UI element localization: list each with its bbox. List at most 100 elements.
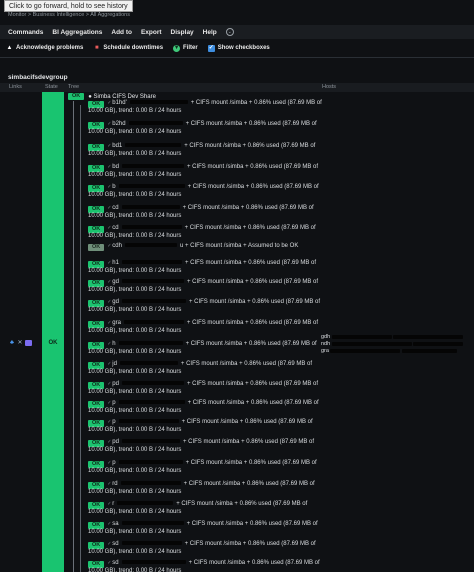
service-state-badge: OK [88, 184, 105, 192]
table-header: Links State Tree Hosts [0, 83, 474, 92]
redacted-hostname [119, 361, 178, 366]
service-row[interactable]: OK ✓gra + CIFS mount /simba + 0.86% used (… [88, 320, 323, 335]
service-row[interactable]: OK ✓cdh u + CIFS mount /simba + Assumed to… [88, 243, 323, 251]
redacted-hostname [118, 460, 183, 465]
service-host-prefix: jd [112, 361, 117, 367]
redacted-hostname [121, 381, 184, 386]
redacted-hostname [124, 243, 177, 248]
link-toggle-icon[interactable] [25, 340, 32, 346]
service-host-prefix: h1 [112, 260, 119, 266]
redacted-hostname [121, 521, 184, 526]
service-host-prefix: cd [112, 205, 119, 211]
link-tree-icon[interactable]: ♣ [9, 340, 15, 346]
service-row[interactable]: OK ✓bd + CIFS mount /simba + 0.86% used (8… [88, 164, 323, 179]
host-entry[interactable]: gra [321, 348, 471, 355]
filter-button[interactable]: ▼ Filter [173, 44, 198, 52]
menu-add-to[interactable]: Add to [111, 29, 132, 36]
service-state-badge: OK [88, 121, 105, 129]
service-row[interactable]: OK ✓r + CIFS mount /simba + 0.86% used (87… [88, 501, 323, 516]
redacted-hostname [128, 121, 183, 126]
tooltip: Click to go forward, hold to see history [4, 0, 133, 12]
redacted-hostname [118, 184, 185, 189]
service-row[interactable]: OK ✓cd + CIFS mount /simba + 0.86% used (8… [88, 225, 323, 240]
action-bar: ▲ Acknowledge problems ■ Schedule downti… [0, 41, 474, 55]
redacted-hostname [121, 164, 184, 169]
acknowledge-label: Acknowledge problems [16, 45, 84, 51]
service-host-prefix: bd1 [112, 143, 123, 149]
menu-export[interactable]: Export [141, 29, 162, 36]
redacted-hostname [118, 419, 179, 424]
service-row[interactable]: OK ✓sa + CIFS mount /simba + 0.86% used (8… [88, 521, 323, 536]
root-label: ● Simba CIFS Dev Share [88, 93, 156, 100]
service-state-badge: OK [88, 341, 105, 349]
menu-commands[interactable]: Commands [8, 29, 43, 36]
service-summary: + CIFS mount /simba + 0.86% used (87.69 … [88, 320, 318, 334]
service-row[interactable]: OK ✓gd + CIFS mount /simba + 0.86% used (8… [88, 279, 323, 294]
calendar-icon: ■ [95, 44, 99, 51]
service-host-prefix: cdh [112, 243, 122, 249]
service-row[interactable]: OK ✓h + CIFS mount /simba + 0.86% used (87… [88, 341, 323, 356]
breadcrumb: Monitor > Business Intelligence > All Ag… [8, 12, 130, 18]
service-row[interactable]: OK ✓sd + CIFS mount /simba + 0.86% used (8… [88, 560, 323, 572]
service-row[interactable]: OK ✓b2hd + CIFS mount /simba + 0.86% used … [88, 121, 323, 136]
service-row[interactable]: OK ✓p + CIFS mount /simba + 0.86% used (87… [88, 419, 323, 434]
link-cross-icon[interactable]: ✕ [17, 340, 23, 346]
service-state-badge: OK [88, 225, 105, 233]
service-row[interactable]: OK ✓p + CIFS mount /simba + 0.86% used (87… [88, 460, 323, 475]
service-host-prefix: pd [112, 439, 119, 445]
redacted-hostname [121, 560, 186, 565]
service-row[interactable]: OK ✓sd + CIFS mount /simba + 0.86% used (8… [88, 541, 323, 556]
menu-display[interactable]: Display [171, 29, 194, 36]
redacted-hostname [121, 225, 182, 230]
service-state-badge: OK [88, 143, 105, 151]
schedule-downtimes-button[interactable]: ■ Schedule downtimes [93, 45, 163, 52]
service-row[interactable]: OK ✓b + CIFS mount /simba + 0.86% used (87… [88, 184, 323, 199]
service-row[interactable]: OK ✓pd + CIFS mount /simba + 0.86% used (8… [88, 439, 323, 454]
service-host-prefix: cd [112, 225, 119, 231]
checkbox-icon: ✓ [207, 44, 215, 52]
menu-bi-aggregations[interactable]: BI Aggregations [52, 29, 102, 36]
service-row[interactable]: OK ✓cd + CIFS mount /simba + 0.86% used (8… [88, 205, 323, 220]
service-state-badge: OK [88, 205, 105, 213]
service-row[interactable]: OK ✓pd + CIFS mount /simba + 0.86% used (8… [88, 381, 323, 396]
redacted-hostname [118, 400, 185, 405]
service-row[interactable]: OK ✓p + CIFS mount /simba + 0.86% used (87… [88, 400, 323, 415]
redacted-hostname [121, 541, 182, 546]
service-row[interactable]: OK ✓bd1 + CIFS mount /simba + 0.86% used (… [88, 143, 323, 158]
show-checkboxes-button[interactable]: ✓ Show checkboxes [207, 44, 270, 52]
host-entry[interactable]: ndh [321, 341, 471, 348]
service-host-prefix: sa [112, 521, 119, 527]
host-entry[interactable]: gdh [321, 334, 471, 341]
redacted-hostname [123, 320, 184, 325]
divider [0, 57, 474, 58]
service-state-badge: OK [88, 400, 105, 408]
state-label: OK [48, 340, 58, 346]
redacted-hostname [117, 501, 174, 506]
col-tree: Tree [68, 84, 80, 90]
service-state-badge: OK [88, 521, 105, 529]
service-row[interactable]: OK ✓rd + CIFS mount /simba + 0.86% used (8… [88, 481, 323, 496]
service-host-prefix: b1hd' [112, 100, 127, 106]
service-row[interactable]: OK ✓b1hd' + CIFS mount /simba + 0.86% used… [88, 100, 323, 115]
redacted-hostname [120, 481, 181, 486]
service-state-badge: OK [88, 100, 105, 108]
service-row[interactable]: OK ✓gd + CIFS mount /simba + 0.86% used (8… [88, 299, 323, 314]
group-title: simbacifsdevgroup [8, 74, 68, 81]
bell-icon: ▲ [6, 44, 13, 51]
schedule-label: Schedule downtimes [103, 45, 164, 51]
service-state-badge: OK [88, 541, 105, 549]
service-host-prefix: p [112, 400, 116, 406]
tree-line [80, 105, 81, 572]
redacted-hostname [121, 279, 184, 284]
service-row[interactable]: OK ✓jd + CIFS mount /simba + 0.86% used (8… [88, 361, 323, 376]
service-state-badge: OK [88, 381, 105, 389]
col-state: State [45, 84, 58, 90]
service-state-badge: OK [88, 243, 105, 251]
menu-toggle-icon[interactable]: ⌄ [225, 28, 234, 36]
service-host-prefix: p [112, 460, 116, 466]
acknowledge-button[interactable]: ▲ Acknowledge problems [6, 44, 84, 52]
aggregation-root[interactable]: OK ● Simba CIFS Dev Share [68, 93, 156, 100]
service-state-badge: OK [88, 419, 105, 427]
service-row[interactable]: OK ✓h1 + CIFS mount /simba + 0.86% used (8… [88, 260, 323, 275]
menu-help[interactable]: Help [203, 29, 217, 36]
